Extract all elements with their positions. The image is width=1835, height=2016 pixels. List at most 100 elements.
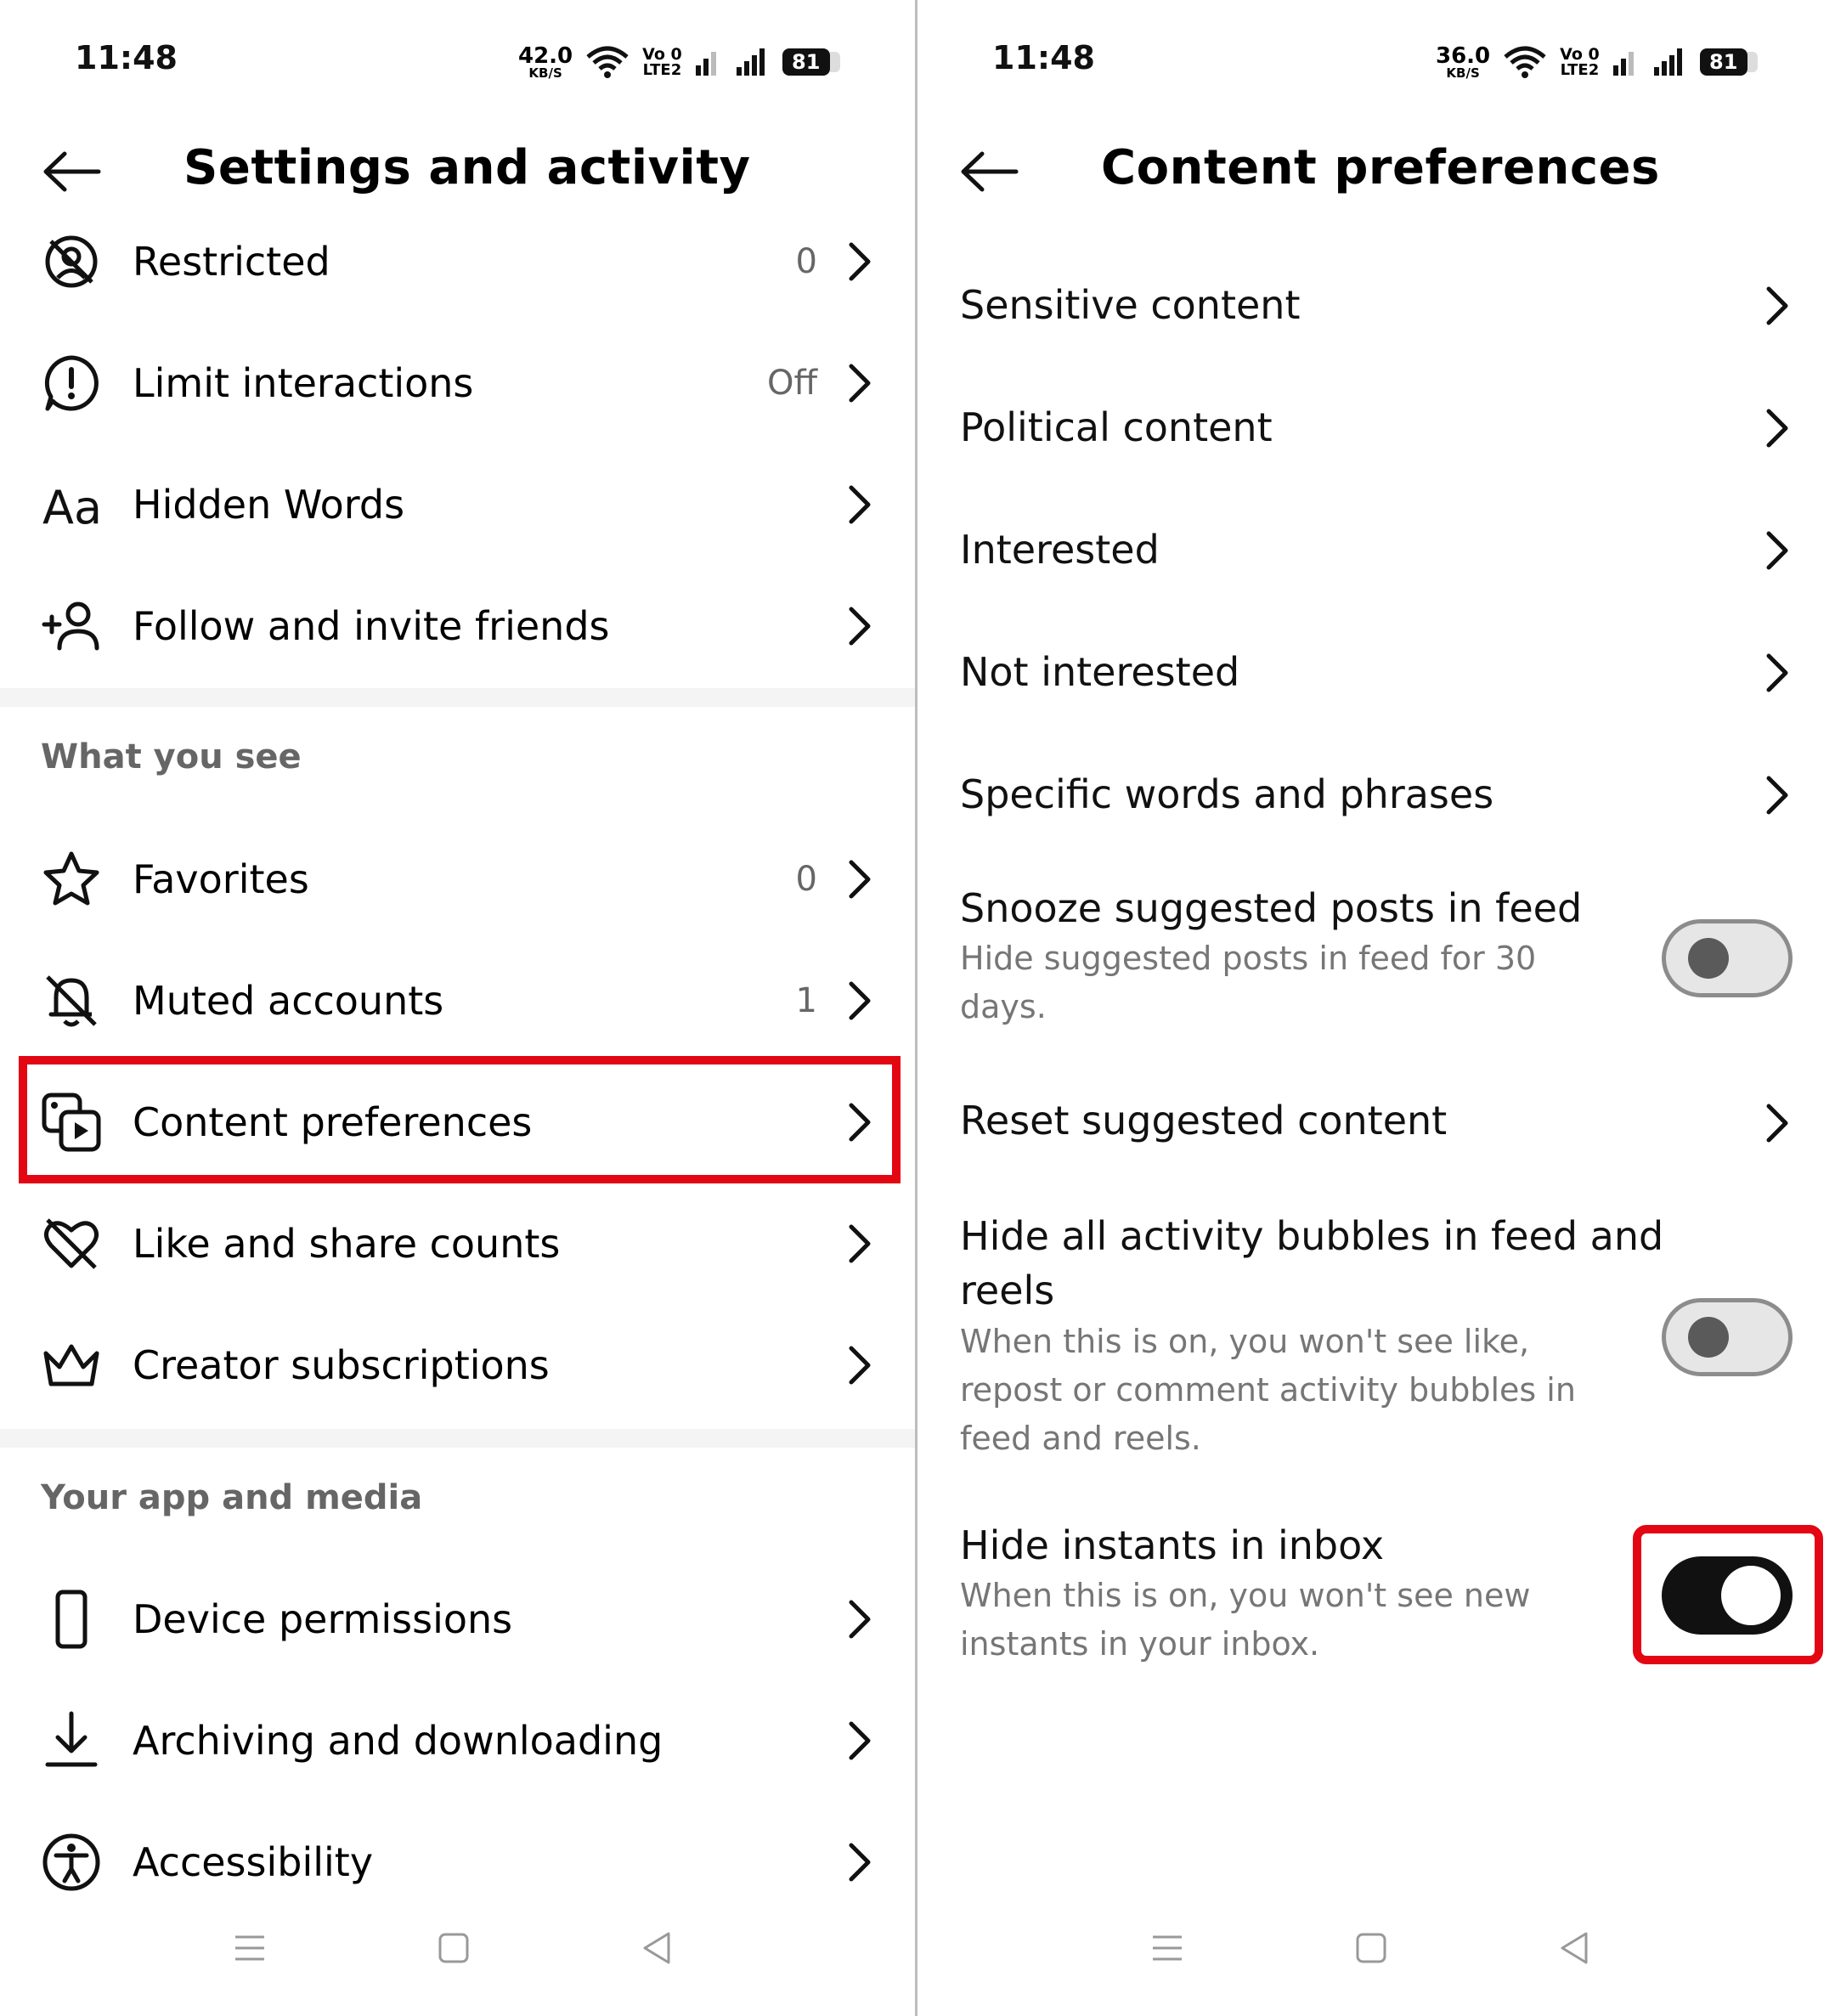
back-nav-icon[interactable] — [636, 1927, 679, 1969]
pref-item-hide-activity-bubbles: Hide all activity bubbles in feed and re… — [918, 1201, 1835, 1473]
item-label: Favorites — [133, 856, 309, 902]
chevron-right-icon — [1766, 653, 1788, 692]
status-icons: 36.0 KB/S Vo 0 LTE2 81 — [1436, 41, 1758, 83]
chevron-right-icon — [1766, 531, 1788, 570]
settings-item-device-permissions[interactable]: Device permissions — [0, 1560, 915, 1679]
settings-item-favorites[interactable]: Favorites 0 — [0, 820, 915, 939]
item-label: Specific words and phrases — [960, 771, 1494, 817]
chevron-right-icon — [849, 1600, 871, 1639]
item-label: Restricted — [133, 239, 330, 285]
pref-item-snooze-suggested: Snooze suggested posts in feed Hide sugg… — [918, 875, 1835, 1045]
item-label: Not interested — [960, 649, 1240, 695]
pref-item-specific-words[interactable]: Specific words and phrases — [918, 736, 1835, 855]
item-label: Interested — [960, 527, 1160, 573]
signal-icon — [695, 52, 716, 76]
settings-activity-screen: 11:48 42.0 KB/S Vo 0 LTE2 81 Settings an… — [0, 0, 918, 2016]
section-header-app-media: Your app and media — [41, 1478, 423, 1517]
back-button[interactable] — [41, 146, 109, 197]
add-person-icon — [41, 596, 102, 657]
item-value: 0 — [795, 242, 817, 281]
item-description: feed and reels. — [960, 1420, 1201, 1457]
chevron-right-icon — [849, 1224, 871, 1263]
item-label: Hide instants in inbox — [960, 1522, 1385, 1568]
item-label: Accessibility — [133, 1839, 374, 1885]
toggle-knob — [1688, 938, 1729, 979]
signal-icon — [736, 48, 765, 76]
home-icon[interactable] — [432, 1927, 475, 1969]
pref-item-sensitive-content[interactable]: Sensitive content — [918, 246, 1835, 365]
section-divider — [0, 688, 915, 707]
system-nav-bar — [918, 1914, 1835, 1982]
pref-item-political-content[interactable]: Political content — [918, 369, 1835, 488]
item-label: Like and share counts — [133, 1221, 561, 1267]
chevron-right-icon — [849, 607, 871, 646]
battery-indicator: 81 — [782, 48, 840, 76]
item-description: When this is on, you won't see like, — [960, 1323, 1530, 1360]
network-speed: 42.0 KB/S — [518, 42, 573, 81]
back-nav-icon[interactable] — [1554, 1927, 1596, 1969]
chevron-right-icon — [849, 1346, 871, 1385]
muted-bell-icon — [41, 970, 102, 1031]
settings-item-follow-invite[interactable]: Follow and invite friends — [0, 567, 915, 686]
settings-item-archiving-downloading[interactable]: Archiving and downloading — [0, 1681, 915, 1800]
item-label: Archiving and downloading — [133, 1718, 663, 1764]
chevron-right-icon — [1766, 1104, 1788, 1143]
page-title: Settings and activity — [184, 140, 751, 195]
chevron-right-icon — [849, 364, 871, 403]
chevron-right-icon — [1766, 776, 1788, 815]
item-label: Reset suggested content — [960, 1098, 1448, 1144]
item-value: 1 — [795, 981, 817, 1020]
snooze-toggle[interactable] — [1662, 919, 1793, 997]
back-arrow-icon — [43, 151, 101, 192]
item-value: Off — [766, 364, 817, 403]
svg-text:Aa: Aa — [42, 481, 102, 534]
phone-icon — [41, 1589, 102, 1650]
pref-item-not-interested[interactable]: Not interested — [918, 613, 1835, 732]
section-divider — [0, 1429, 915, 1448]
volte-indicator: Vo 0 LTE2 — [642, 44, 682, 79]
settings-item-creator-subscriptions[interactable]: Creator subscriptions — [0, 1306, 915, 1425]
item-description: days. — [960, 988, 1047, 1025]
item-label: Political content — [960, 404, 1273, 450]
item-label: Snooze suggested posts in feed — [960, 885, 1583, 931]
settings-item-like-share-counts[interactable]: Like and share counts — [0, 1184, 915, 1303]
volte-indicator: Vo 0 LTE2 — [1560, 44, 1600, 79]
item-label: Hidden Words — [133, 482, 405, 528]
pref-item-reset-suggested[interactable]: Reset suggested content — [918, 1064, 1835, 1183]
settings-item-restricted[interactable]: Restricted 0 — [0, 202, 915, 321]
settings-item-hidden-words[interactable]: Aa Hidden Words — [0, 445, 915, 564]
chevron-right-icon — [849, 860, 871, 899]
item-label: Hide all activity bubbles in feed and — [960, 1213, 1664, 1259]
chevron-right-icon — [849, 981, 871, 1020]
chevron-right-icon — [1766, 286, 1788, 325]
settings-item-accessibility[interactable]: Accessibility — [0, 1803, 915, 1922]
back-button[interactable] — [958, 146, 1026, 197]
battery-indicator: 81 — [1699, 48, 1758, 76]
content-preferences-screen: 11:48 36.0 KB/S Vo 0 LTE2 81 Content pre… — [918, 0, 1835, 2016]
item-label: Creator subscriptions — [133, 1342, 550, 1388]
item-value: 0 — [795, 860, 817, 899]
item-label: Limit interactions — [133, 360, 474, 406]
item-description: repost or comment activity bubbles in — [960, 1371, 1576, 1409]
home-icon[interactable] — [1350, 1927, 1392, 1969]
chevron-right-icon — [1766, 409, 1788, 448]
settings-item-muted-accounts[interactable]: Muted accounts 1 — [0, 941, 915, 1060]
chevron-right-icon — [849, 242, 871, 281]
crown-icon — [41, 1335, 102, 1396]
hide-bubbles-toggle[interactable] — [1662, 1298, 1793, 1376]
restricted-icon — [41, 231, 102, 292]
network-speed: 36.0 KB/S — [1436, 42, 1491, 81]
status-icons: 42.0 KB/S Vo 0 LTE2 81 — [518, 41, 840, 83]
recent-apps-icon[interactable] — [1146, 1927, 1189, 1969]
heart-off-icon — [41, 1213, 102, 1274]
accessibility-icon — [41, 1832, 102, 1893]
highlight-box-hide-instants-toggle — [1633, 1525, 1823, 1664]
section-header-what-you-see: What you see — [41, 737, 302, 776]
settings-item-limit-interactions[interactable]: Limit interactions Off — [0, 324, 915, 443]
status-time: 11:48 — [75, 39, 178, 76]
item-label: Device permissions — [133, 1596, 513, 1642]
pref-item-interested[interactable]: Interested — [918, 491, 1835, 610]
recent-apps-icon[interactable] — [229, 1927, 271, 1969]
system-nav-bar — [0, 1914, 915, 1982]
chevron-right-icon — [849, 1721, 871, 1760]
